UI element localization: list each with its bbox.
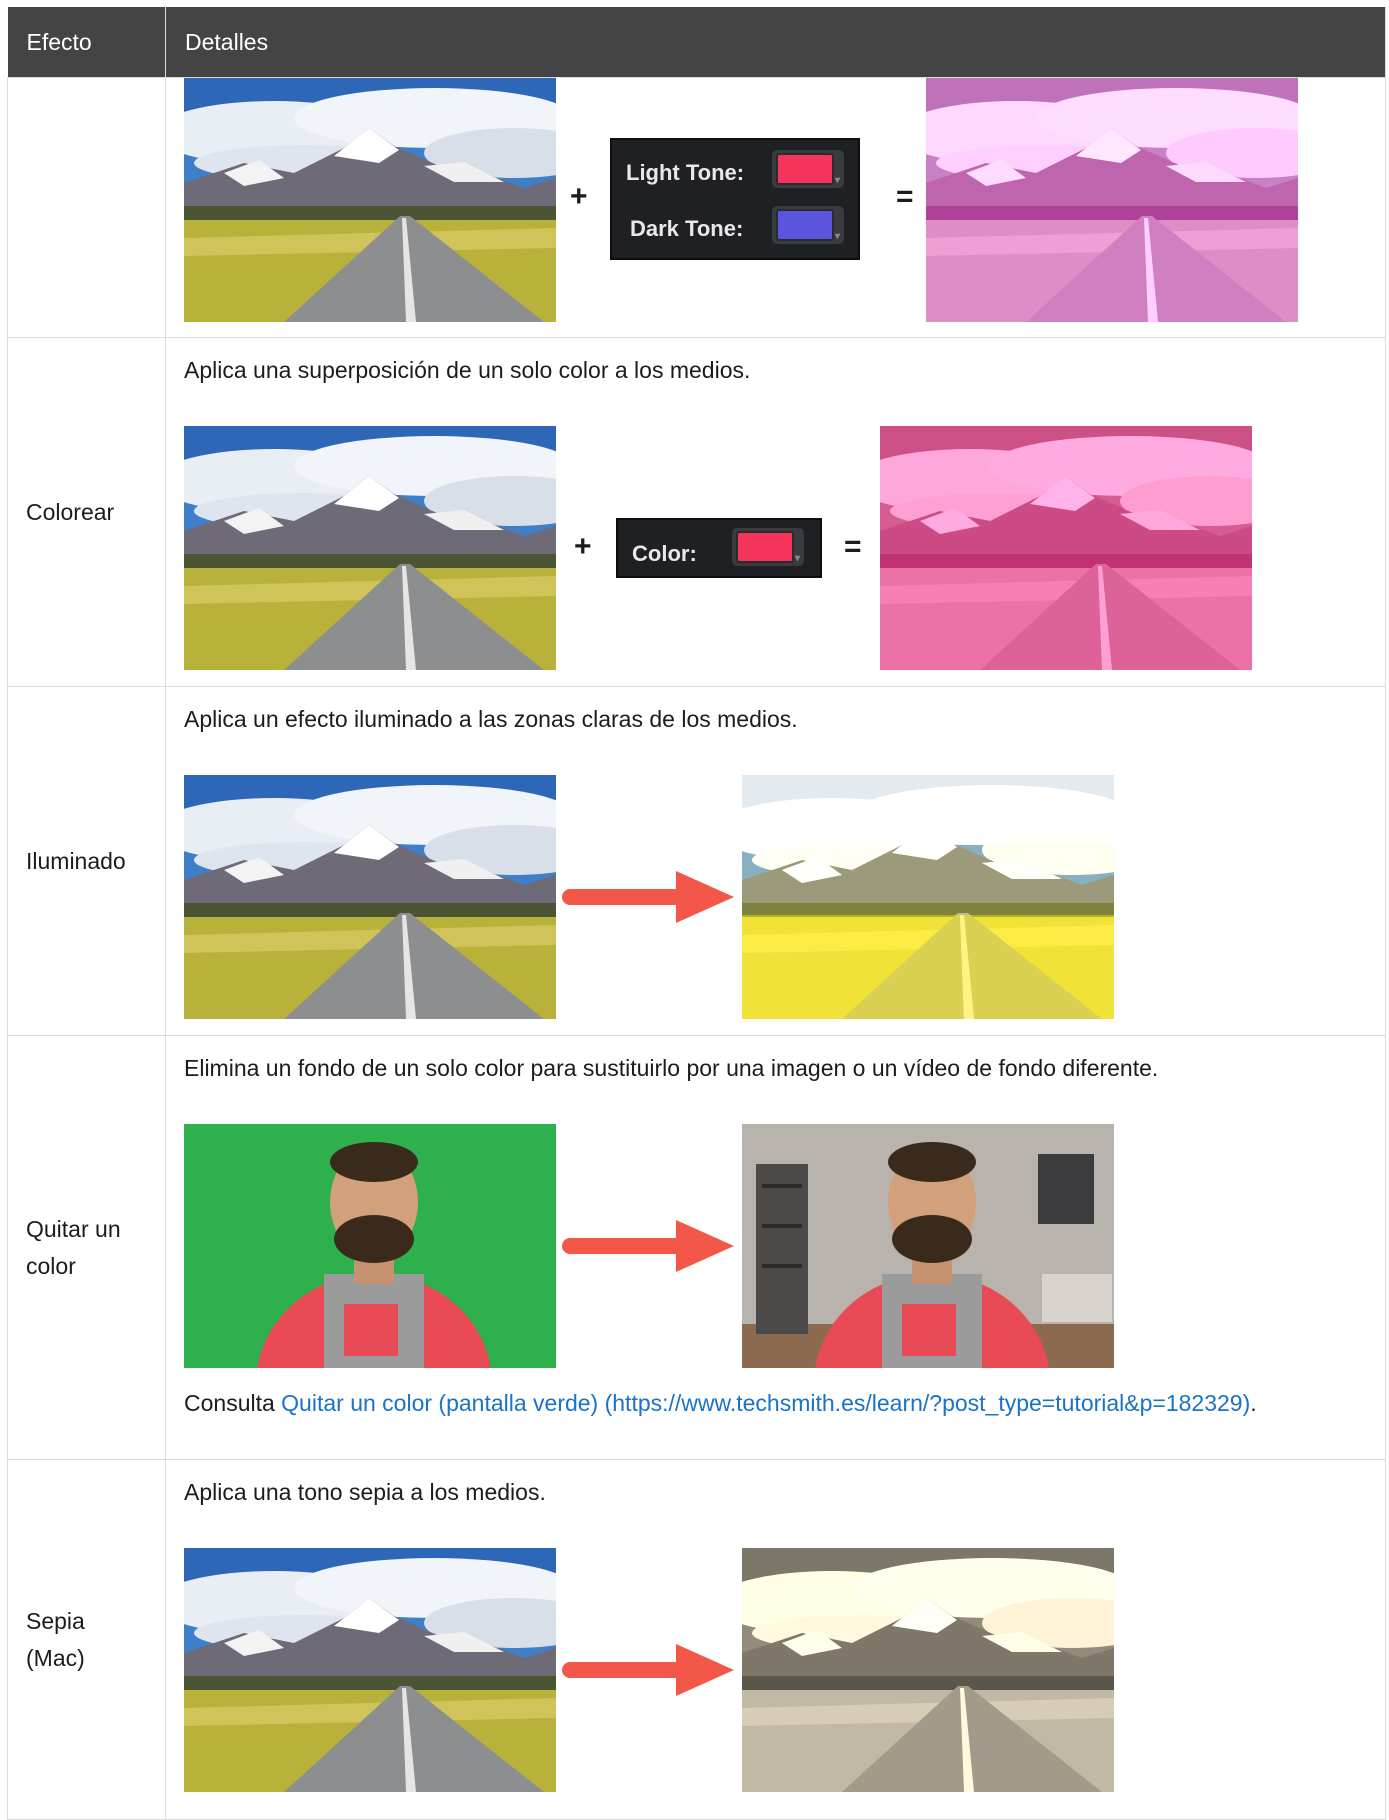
result-image xyxy=(880,426,1252,670)
result-image xyxy=(742,775,1114,1019)
right-arrow-icon xyxy=(562,871,734,923)
header-effect: Efecto xyxy=(7,7,166,78)
light-tone-dropdown[interactable]: ▾ xyxy=(772,150,844,188)
original-image xyxy=(184,775,556,1019)
color-label: Color: xyxy=(632,541,697,566)
effect-name: Colorear xyxy=(7,337,166,687)
effect-description: Aplica un efecto iluminado a las zonas c… xyxy=(184,706,798,732)
original-image xyxy=(184,78,556,322)
plus-sign: + xyxy=(574,530,592,563)
equals-sign: = xyxy=(844,530,862,563)
colorize-panel: Color: ▾ xyxy=(616,518,822,578)
effects-table: Efecto Detalles + Light Tone: ▾ Dark Ton… xyxy=(7,7,1386,1820)
table-row: Iluminado Aplica un efecto iluminado a l… xyxy=(7,686,1386,1036)
dark-tone-label: Dark Tone: xyxy=(630,216,744,241)
effect-name: Quitar un color xyxy=(7,1035,166,1460)
table-row: Colorear Aplica una superposición de un … xyxy=(7,337,1386,687)
color-swatch xyxy=(736,531,794,563)
table-header-row: Efecto Detalles xyxy=(7,7,1386,78)
original-image xyxy=(184,426,556,670)
result-image xyxy=(742,1548,1114,1792)
color-dropdown[interactable]: ▾ xyxy=(732,528,804,566)
effect-details: Aplica una superposición de un solo colo… xyxy=(165,337,1386,687)
chevron-down-icon: ▾ xyxy=(835,231,841,242)
plus-sign: + xyxy=(570,180,588,213)
right-arrow-icon xyxy=(562,1644,734,1696)
header-details: Detalles xyxy=(165,7,1386,78)
effect-name xyxy=(7,77,166,338)
light-tone-swatch xyxy=(776,153,834,185)
tutorial-note: Consulta Quitar un color (pantalla verde… xyxy=(184,1385,1367,1422)
effect-name: Iluminado xyxy=(7,686,166,1036)
result-image xyxy=(926,78,1298,322)
duotone-panel: Light Tone: ▾ Dark Tone: ▾ xyxy=(610,138,860,260)
equals-sign: = xyxy=(896,180,914,213)
effect-description: Aplica una superposición de un solo colo… xyxy=(184,357,751,383)
green-screen-tutorial-link[interactable]: Quitar un color (pantalla verde) (https:… xyxy=(281,1390,1250,1416)
light-tone-label: Light Tone: xyxy=(626,160,745,185)
effect-description: Aplica una tono sepia a los medios. xyxy=(184,1479,546,1505)
note-suffix: . xyxy=(1250,1390,1257,1416)
effect-details: Aplica un efecto iluminado a las zonas c… xyxy=(165,686,1386,1036)
green-screen-image xyxy=(184,1124,556,1368)
result-image xyxy=(742,1124,1114,1368)
effect-details: Aplica una tono sepia a los medios. xyxy=(165,1459,1386,1820)
table-row: Quitar un color Elimina un fondo de un s… xyxy=(7,1035,1386,1460)
table-row: + Light Tone: ▾ Dark Tone: ▾ = xyxy=(7,77,1386,338)
dark-tone-dropdown[interactable]: ▾ xyxy=(772,206,844,244)
original-image xyxy=(184,1548,556,1792)
effect-details: Elimina un fondo de un solo color para s… xyxy=(165,1035,1386,1460)
table-row: Sepia (Mac) Aplica una tono sepia a los … xyxy=(7,1459,1386,1820)
dark-tone-swatch xyxy=(776,209,834,241)
effect-description: Elimina un fondo de un solo color para s… xyxy=(184,1055,1159,1081)
right-arrow-icon xyxy=(562,1220,734,1272)
chevron-down-icon: ▾ xyxy=(835,175,841,186)
effect-name: Sepia (Mac) xyxy=(7,1459,166,1820)
effect-details: + Light Tone: ▾ Dark Tone: ▾ = xyxy=(165,77,1386,338)
note-prefix: Consulta xyxy=(184,1390,282,1416)
chevron-down-icon: ▾ xyxy=(795,553,801,564)
effects-table-wrapper: Efecto Detalles + Light Tone: ▾ Dark Ton… xyxy=(7,7,1386,1820)
